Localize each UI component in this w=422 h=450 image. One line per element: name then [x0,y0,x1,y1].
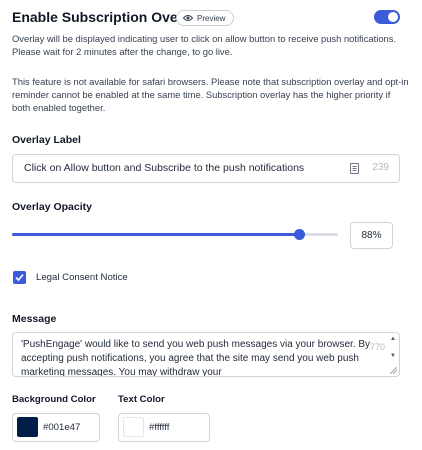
text-color-value: #ffffff [149,422,170,433]
toggle-knob [388,12,398,22]
safari-notice: This feature is not available for safari… [12,76,409,113]
background-color-value: #001e47 [43,422,81,433]
overlay-opacity-heading: Overlay Opacity [12,201,92,213]
text-color-heading: Text Color [118,394,165,405]
background-color-swatch[interactable] [17,417,38,437]
preview-button[interactable]: Preview [176,10,235,26]
resize-handle-icon[interactable] [390,367,397,374]
background-color-picker[interactable]: #001e47 [12,413,100,442]
legal-consent-label: Legal Consent Notice [36,272,128,283]
document-icon [350,163,359,174]
message-value: 'PushEngage' would like to send you web … [21,339,371,377]
background-color-heading: Background Color [12,394,96,405]
message-heading: Message [12,313,57,325]
eye-icon [183,15,193,21]
message-char-counter: 770 [369,342,385,352]
opacity-slider-thumb[interactable] [294,229,305,240]
overlay-enable-toggle[interactable] [374,10,400,24]
overlay-description: Overlay will be displayed indicating use… [12,33,397,57]
section-title: Enable Subscription Overlay [12,9,203,25]
preview-label: Preview [197,13,226,23]
opacity-slider-fill [12,233,299,236]
overlay-label-value: Click on Allow button and Subscribe to t… [24,162,305,174]
legal-consent-checkbox[interactable] [13,271,26,284]
scroll-up-icon[interactable]: ▲ [390,336,396,342]
text-color-swatch[interactable] [123,417,144,437]
overlay-label-heading: Overlay Label [12,134,81,146]
overlay-label-input[interactable]: Click on Allow button and Subscribe to t… [12,154,400,183]
opacity-percent-input[interactable]: 88% [350,222,393,249]
opacity-percent-value: 88% [361,230,382,241]
text-color-picker[interactable]: #ffffff [118,413,210,442]
message-textarea[interactable]: 'PushEngage' would like to send you web … [12,332,400,377]
checkmark-icon [15,273,24,282]
overlay-label-char-counter: 239 [372,162,389,173]
scroll-down-icon[interactable]: ▼ [390,353,396,359]
